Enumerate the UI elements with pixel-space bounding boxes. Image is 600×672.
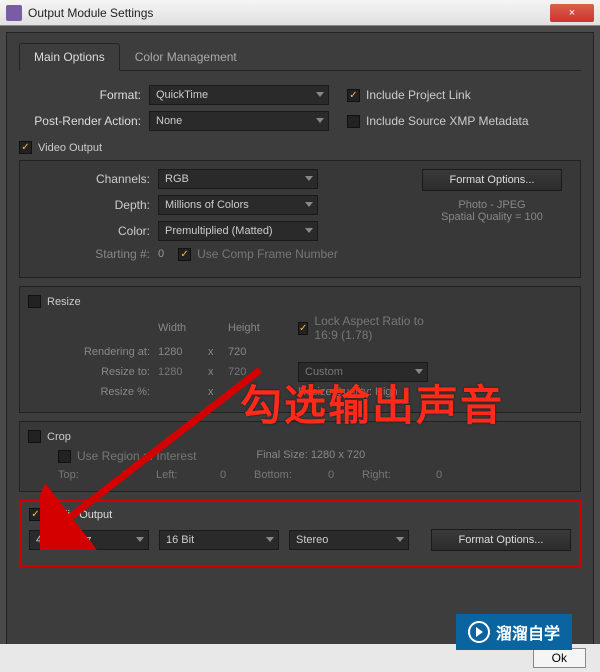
audio-format-options-button[interactable]: Format Options... [431, 529, 571, 551]
lock-aspect: Lock Aspect Ratio to 16:9 (1.78) [298, 314, 438, 342]
checkbox-icon [178, 248, 191, 261]
chevron-down-icon [266, 537, 274, 542]
resize-h: 720 [228, 366, 278, 378]
rendering-at-label: Rendering at: [28, 346, 158, 358]
chevron-down-icon [316, 118, 324, 123]
crop-left-label: Left: [156, 469, 216, 481]
post-render-value: None [156, 115, 182, 127]
resize-checkbox[interactable] [28, 295, 41, 308]
post-render-select[interactable]: None [149, 111, 329, 131]
crop-section: Crop Use Region of Interest Final Size: … [19, 421, 581, 492]
chevron-down-icon [396, 537, 404, 542]
color-label: Color: [28, 224, 158, 238]
checkbox-icon [298, 322, 308, 335]
channels-label: Channels: [28, 172, 158, 186]
use-roi: Use Region of Interest [58, 449, 196, 463]
post-render-label: Post-Render Action: [19, 114, 149, 128]
render-h: 720 [228, 346, 278, 358]
chevron-down-icon [136, 537, 144, 542]
resize-preset-select: Custom [298, 362, 428, 382]
format-label: Format: [19, 88, 149, 102]
titlebar: Output Module Settings × [0, 0, 600, 26]
ok-button[interactable]: Ok [533, 648, 586, 668]
use-comp-frame: Use Comp Frame Number [178, 247, 338, 261]
audio-bits-select[interactable]: 16 Bit [159, 530, 279, 550]
resize-height-header: Height [228, 322, 278, 334]
crop-right-label: Right: [362, 469, 432, 481]
resize-section: Resize Width Height Lock Aspect Ratio to … [19, 286, 581, 413]
watermark-text: 溜溜自学 [496, 620, 560, 644]
resize-w: 1280 [158, 366, 208, 378]
color-select[interactable]: Premultiplied (Matted) [158, 221, 318, 241]
checkbox-icon [347, 115, 360, 128]
checkbox-icon [347, 89, 360, 102]
main-panel: Main Options Color Management Format: Qu… [6, 32, 594, 668]
watermark-logo: 溜溜自学 [456, 614, 572, 650]
chevron-down-icon [415, 369, 423, 374]
close-button[interactable]: × [550, 4, 594, 22]
audio-output-highlight: Audio Output 48.000 kHz 16 Bit Stereo Fo… [19, 500, 581, 567]
crop-bottom-value: 0 [328, 469, 358, 481]
channels-select[interactable]: RGB [158, 169, 318, 189]
include-project-link[interactable]: Include Project Link [347, 88, 471, 102]
app-icon [6, 5, 22, 21]
chevron-down-icon [305, 202, 313, 207]
chevron-down-icon [305, 176, 313, 181]
crop-top-label: Top: [58, 469, 118, 481]
tabs: Main Options Color Management [19, 43, 581, 71]
chevron-down-icon [305, 228, 313, 233]
resize-quality-label: Resize Quality: [298, 386, 372, 398]
format-value: QuickTime [156, 89, 208, 101]
video-output-label: Video Output [38, 142, 102, 154]
crop-checkbox[interactable] [28, 430, 41, 443]
video-format-options-button[interactable]: Format Options... [422, 169, 562, 191]
resize-to-label: Resize to: [28, 366, 158, 378]
video-output-checkbox[interactable] [19, 141, 32, 154]
render-w: 1280 [158, 346, 208, 358]
depth-select[interactable]: Millions of Colors [158, 195, 318, 215]
crop-label: Crop [47, 431, 71, 443]
starting-label: Starting #: [28, 247, 158, 261]
resize-width-header: Width [158, 322, 208, 334]
crop-bottom-label: Bottom: [254, 469, 324, 481]
audio-channels-select[interactable]: Stereo [289, 530, 409, 550]
crop-final-size: Final Size: 1280 x 720 [256, 449, 365, 463]
audio-output-label: Audio Output [48, 509, 112, 521]
tab-color-management[interactable]: Color Management [120, 43, 252, 70]
audio-output-checkbox[interactable] [29, 508, 42, 521]
resize-pct-label: Resize %: [28, 386, 158, 398]
resize-quality-value: High [375, 386, 398, 398]
video-output-section: Channels:RGB Depth:Millions of Colors Co… [19, 160, 581, 278]
play-icon [468, 621, 490, 643]
starting-value: 0 [158, 248, 164, 260]
crop-top-value: 0 [122, 469, 152, 481]
include-xmp[interactable]: Include Source XMP Metadata [347, 114, 529, 128]
resize-label: Resize [47, 296, 81, 308]
window-title: Output Module Settings [28, 6, 550, 20]
crop-left-value: 0 [220, 469, 250, 481]
codec-info-2: Spatial Quality = 100 [412, 211, 572, 223]
format-select[interactable]: QuickTime [149, 85, 329, 105]
checkbox-icon [58, 450, 71, 463]
codec-info-1: Photo - JPEG [412, 199, 572, 211]
crop-right-value: 0 [436, 469, 466, 481]
depth-label: Depth: [28, 198, 158, 212]
tab-main-options[interactable]: Main Options [19, 43, 120, 71]
audio-rate-select[interactable]: 48.000 kHz [29, 530, 149, 550]
chevron-down-icon [316, 92, 324, 97]
